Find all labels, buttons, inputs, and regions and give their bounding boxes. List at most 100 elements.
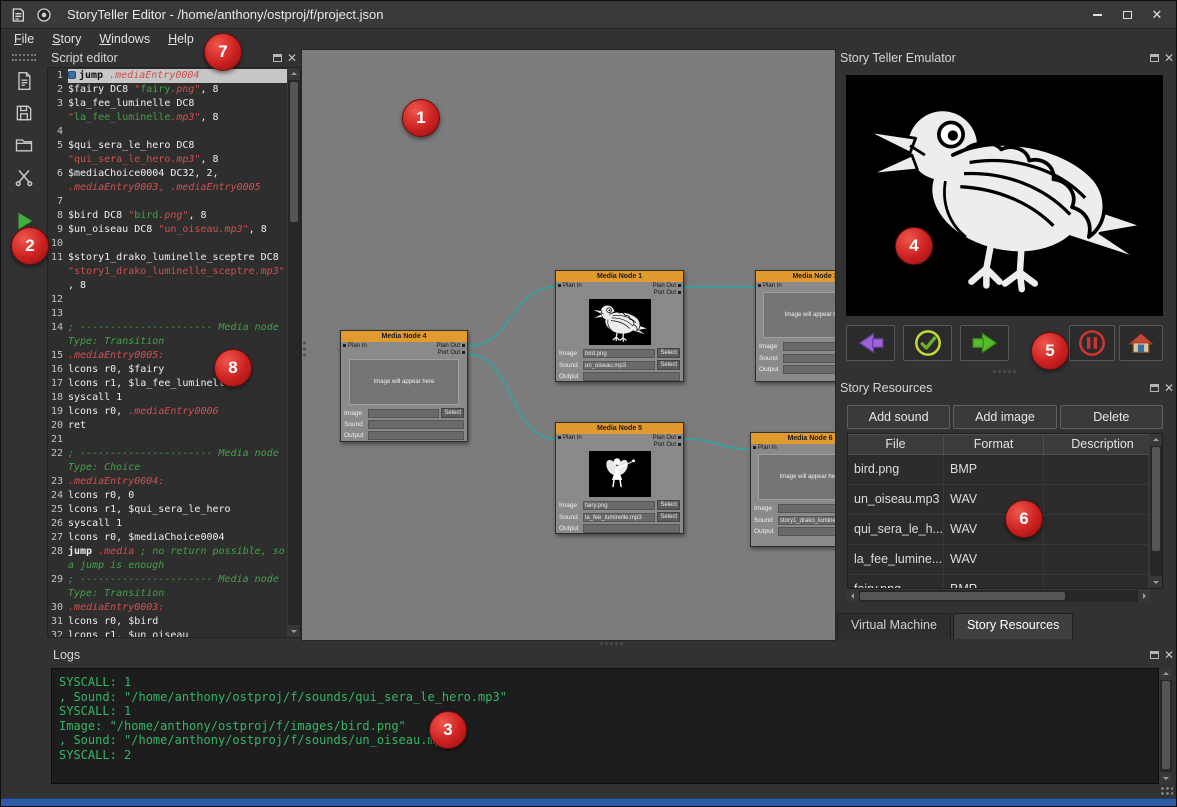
table-row[interactable]: bird.pngBMP	[848, 455, 1149, 485]
code-line: 1jump .mediaEntry0004	[48, 69, 287, 83]
float-icon[interactable]	[1150, 384, 1159, 392]
table-hscrollbar[interactable]	[847, 589, 1150, 602]
table-row[interactable]: un_oiseau.mp3WAV	[848, 485, 1149, 515]
column-header[interactable]: Description	[1044, 434, 1162, 455]
menu-item-file[interactable]: File	[5, 30, 43, 48]
scroll-up-icon[interactable]	[1150, 434, 1162, 446]
input-port[interactable]: Plan In	[558, 283, 582, 290]
node-row-value	[778, 527, 836, 536]
output-port[interactable]: Port Out	[654, 442, 681, 449]
line-number: 19	[48, 405, 68, 419]
add-image-button[interactable]: Add image	[953, 405, 1056, 429]
pause-button[interactable]	[1069, 325, 1115, 361]
node-select-button[interactable]: Select	[657, 512, 680, 522]
validate-button[interactable]	[903, 325, 952, 361]
line-number: 2	[48, 83, 68, 97]
node-select-button[interactable]: Select	[441, 408, 464, 418]
minimize-button[interactable]	[1086, 5, 1108, 25]
line-number: 1	[48, 69, 68, 83]
node-select-button[interactable]: Select	[657, 360, 680, 370]
editor-scrollbar[interactable]	[287, 68, 300, 637]
save-button[interactable]	[9, 100, 39, 128]
tab-story-resources[interactable]: Story Resources	[953, 613, 1073, 639]
output-port[interactable]: Plan Out	[653, 283, 681, 290]
scrollbar-thumb[interactable]	[1152, 447, 1160, 551]
arrow-left-icon	[854, 330, 888, 356]
tab-virtual-machine[interactable]: Virtual Machine	[837, 613, 951, 639]
scrollbar-thumb[interactable]	[860, 592, 1065, 600]
node-select-button[interactable]: Select	[657, 500, 680, 510]
title-bar[interactable]: StoryTeller Editor - /home/anthony/ostpr…	[1, 1, 1176, 29]
splitter-handle[interactable]	[302, 340, 307, 358]
node-media-node-3[interactable]: Media Node 3Plan InImage will appear her…	[755, 270, 836, 382]
output-port[interactable]: Port Out	[654, 290, 681, 297]
line-number: 22	[48, 447, 68, 461]
add-sound-button[interactable]: Add sound	[847, 405, 950, 429]
close-icon[interactable]: ✕	[1164, 383, 1174, 393]
code-line: 18syscall 1	[48, 391, 287, 405]
code-line: 7	[48, 195, 287, 209]
menu-item-story[interactable]: Story	[43, 30, 90, 48]
node-media-node-4[interactable]: Media Node 4Plan InPlan OutPort OutImage…	[340, 330, 468, 442]
input-port[interactable]: Plan In	[343, 343, 367, 350]
node-canvas[interactable]: Media Node 4Plan InPlan OutPort OutImage…	[301, 49, 836, 641]
log-line: SYSCALL: 2	[59, 748, 1151, 763]
column-header[interactable]: File	[848, 434, 944, 455]
node-select-button[interactable]: Select	[657, 348, 680, 358]
float-icon[interactable]	[1150, 54, 1159, 62]
node-media-node-1[interactable]: Media Node 1Plan InPlan OutPort OutImage…	[555, 270, 684, 382]
close-icon[interactable]: ✕	[1164, 650, 1174, 660]
menu-item-windows[interactable]: Windows	[90, 30, 159, 48]
table-row[interactable]: la_fee_lumine...WAV	[848, 545, 1149, 575]
annotation-7: 7	[204, 33, 242, 71]
open-button[interactable]	[9, 132, 39, 160]
scrollbar-thumb[interactable]	[290, 82, 298, 222]
new-script-button[interactable]	[9, 68, 39, 96]
output-port[interactable]: Port Out	[438, 350, 465, 357]
scrollbar-thumb[interactable]	[1162, 681, 1170, 769]
table-row[interactable]: qui_sera_le_h...WAV	[848, 515, 1149, 545]
close-icon[interactable]: ✕	[287, 53, 297, 63]
scroll-up-icon[interactable]	[288, 68, 300, 80]
table-row[interactable]: fairy.pngBMP	[848, 575, 1149, 588]
input-port[interactable]: Plan In	[753, 445, 777, 452]
menu-item-help[interactable]: Help	[159, 30, 203, 48]
scroll-down-icon[interactable]	[1150, 576, 1162, 588]
cut-button[interactable]	[9, 164, 39, 192]
input-port[interactable]: Plan In	[758, 283, 782, 290]
line-number: 15	[48, 349, 68, 363]
maximize-button[interactable]	[1116, 5, 1138, 25]
float-icon[interactable]	[1150, 651, 1159, 659]
line-number: 4	[48, 125, 68, 139]
float-icon[interactable]	[273, 54, 282, 62]
close-icon[interactable]: ✕	[1164, 53, 1174, 63]
delete-button[interactable]: Delete	[1060, 405, 1163, 429]
scroll-down-icon[interactable]	[288, 625, 300, 637]
home-button[interactable]	[1119, 325, 1163, 361]
toolbar	[1, 49, 47, 798]
scroll-left-icon[interactable]	[847, 590, 859, 602]
scroll-right-icon[interactable]	[1138, 590, 1150, 602]
close-button[interactable]: ✕	[1146, 5, 1168, 25]
table-cell	[1044, 455, 1149, 484]
node-media-node-5[interactable]: Media Node 5Plan InPlan OutPort OutImage…	[555, 422, 684, 534]
code-line: 5$qui_sera_le_hero DC8 "qui_sera_le_hero…	[48, 139, 287, 167]
code-line: 12	[48, 293, 287, 307]
forward-button[interactable]	[960, 325, 1009, 361]
scroll-up-icon[interactable]	[1160, 668, 1172, 680]
output-port[interactable]: Plan Out	[437, 343, 465, 350]
logs-scrollbar[interactable]	[1159, 668, 1172, 784]
toolbar-handle[interactable]	[12, 54, 36, 61]
node-row-value	[368, 409, 439, 418]
back-button[interactable]	[846, 325, 895, 361]
splitter-handle[interactable]	[992, 369, 1018, 374]
output-port[interactable]: Plan Out	[653, 435, 681, 442]
input-port[interactable]: Plan In	[558, 435, 582, 442]
resize-grip[interactable]	[1160, 786, 1173, 797]
node-media-node-6[interactable]: Media Node 6Plan InImage will appear her…	[750, 432, 836, 547]
script-editor[interactable]: 1jump .mediaEntry00042$fairy DC8 "fairy.…	[47, 67, 301, 638]
code-line: 8$bird DC8 "bird.png", 8	[48, 209, 287, 223]
scroll-down-icon[interactable]	[1160, 772, 1172, 784]
column-header[interactable]: Format	[944, 434, 1044, 455]
table-vscrollbar[interactable]	[1149, 434, 1162, 588]
